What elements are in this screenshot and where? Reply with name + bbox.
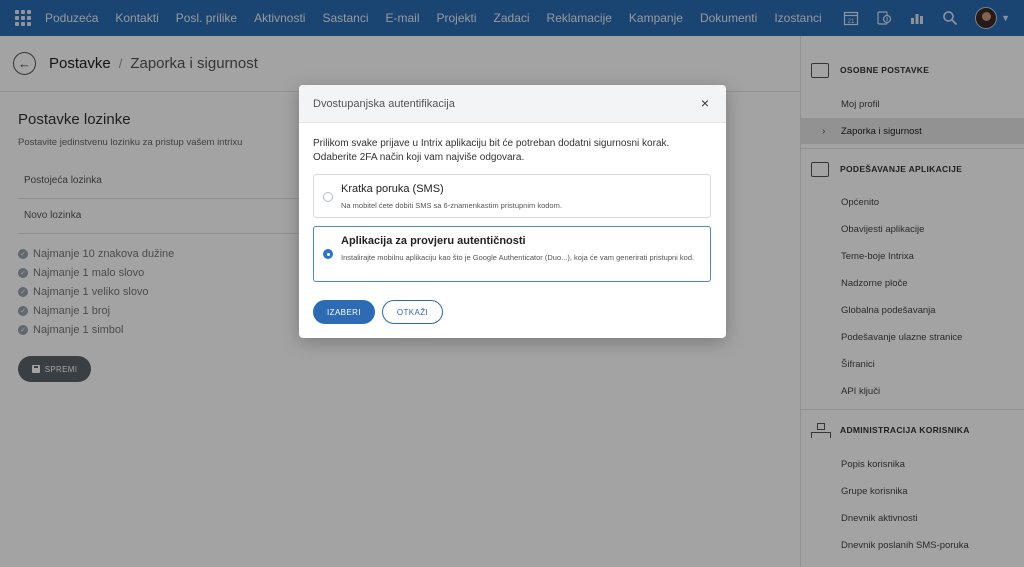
radio-sms[interactable] <box>323 192 333 202</box>
dialog-description-line: Odaberite 2FA način koji vam najviše odg… <box>313 152 525 163</box>
select-button[interactable]: IZABERI <box>313 300 375 324</box>
cancel-button[interactable]: OTKAŽI <box>382 300 443 324</box>
dialog-title: Dvostupanjska autentifikacija <box>313 97 455 110</box>
option-title: Aplikacija za provjeru autentičnosti <box>341 235 526 247</box>
dialog-header: Dvostupanjska autentifikacija × <box>299 85 726 123</box>
dialog-description: Prilikom svake prijave u Intrix aplikaci… <box>313 137 713 165</box>
option-title: Kratka poruka (SMS) <box>341 183 444 195</box>
option-authenticator-app[interactable]: Aplikacija za provjeru autentičnosti Ins… <box>313 226 711 282</box>
dialog-description-line: Prilikom svake prijave u Intrix aplikaci… <box>313 138 670 149</box>
radio-authenticator-app[interactable] <box>323 249 333 259</box>
option-sms[interactable]: Kratka poruka (SMS) Na mobitel ćete dobi… <box>313 174 711 218</box>
option-description: Na mobitel ćete dobiti SMS sa 6-znamenka… <box>341 201 562 210</box>
two-factor-dialog: Dvostupanjska autentifikacija × Prilikom… <box>299 85 726 338</box>
close-icon[interactable]: × <box>698 96 712 110</box>
option-description: Instalirajte mobilnu aplikaciju kao što … <box>341 253 695 262</box>
